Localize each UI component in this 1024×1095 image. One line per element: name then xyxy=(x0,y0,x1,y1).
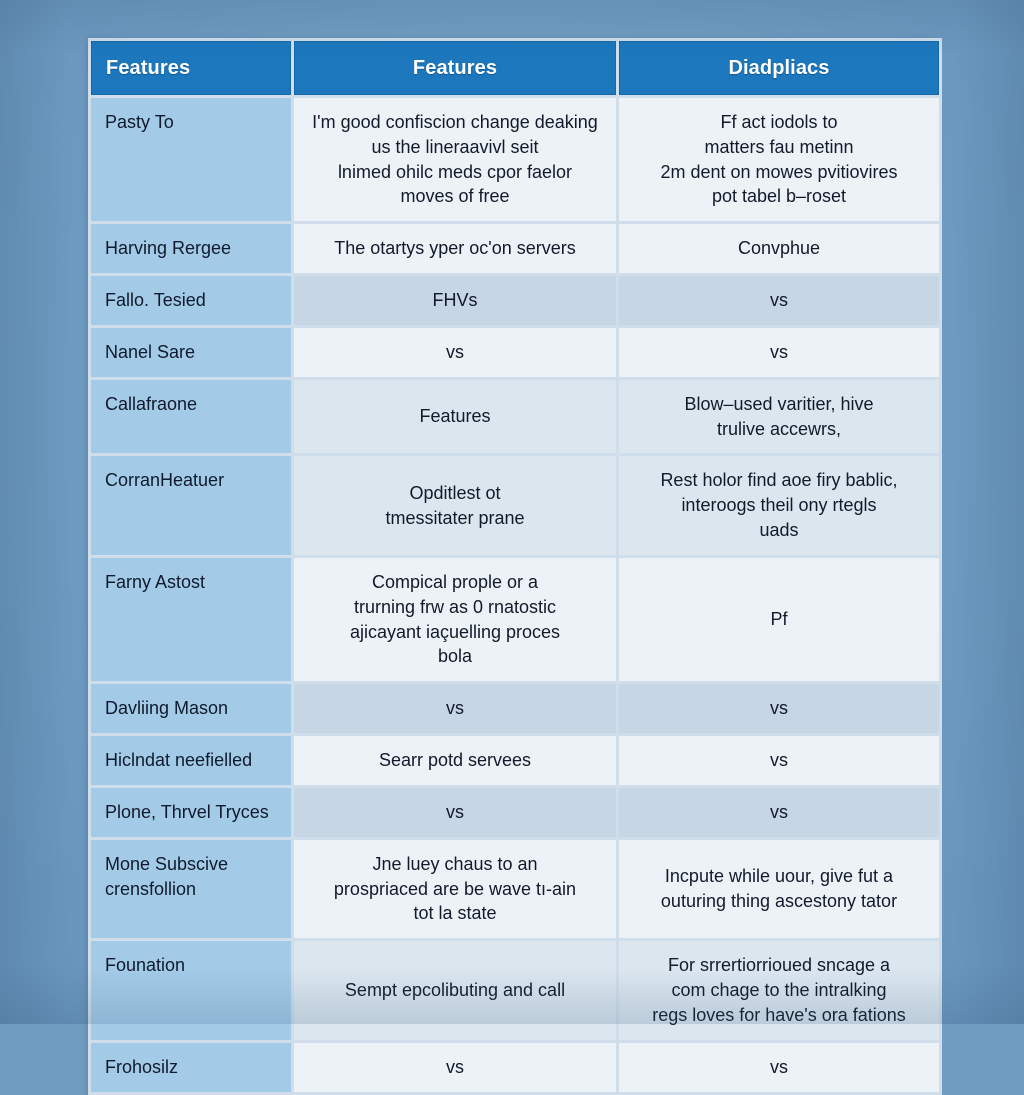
row-features-cell: The otartys yper oc'on servers xyxy=(294,224,616,274)
row-label-cell: Founation xyxy=(91,941,291,1040)
row-features-cell: Opditlest ot tmessitater prane xyxy=(294,456,616,555)
row-features-cell: vs xyxy=(294,327,616,377)
row-label-cell: Hiclndat neefielled xyxy=(91,736,291,785)
row-features-cell: I'm good confiscion change deaking us the… xyxy=(294,98,616,222)
column-header-features-1[interactable]: Features xyxy=(91,41,291,95)
row-label-cell: Callafraone xyxy=(91,379,291,454)
row-label-cell: Davliing Mason xyxy=(91,684,291,734)
row-features-cell: Jne luey chaus to an prospriaced are be w… xyxy=(294,839,616,939)
table-row[interactable]: Pasty To I'm good confiscion change deaki… xyxy=(91,98,939,222)
row-diadpliacs-cell: vs xyxy=(619,276,939,325)
row-features-cell: Searr potd servees xyxy=(294,736,616,785)
row-features-cell: Compical prople or a trurning frw as 0 rn… xyxy=(294,557,616,682)
table-body: Pasty To I'm good confiscion change deaki… xyxy=(91,98,939,1092)
row-diadpliacs-cell: vs xyxy=(619,327,939,377)
row-label-cell: Nanel Sare xyxy=(91,327,291,377)
row-diadpliacs-cell: Convphue xyxy=(619,224,939,274)
row-diadpliacs-cell: For srrertiorrioued sncage a com chage to… xyxy=(619,941,939,1040)
table-row[interactable]: Fallo. Tesied FHVs vs xyxy=(91,276,939,325)
table-row[interactable]: CorranHeatuer Opditlest ot tmessitater pra… xyxy=(91,456,939,555)
row-label-cell: CorranHeatuer xyxy=(91,456,291,555)
table-row[interactable]: Farny Astost Compical prople or a trurning… xyxy=(91,557,939,682)
row-diadpliacs-cell: Rest holor find aoe firy bablic, interoog… xyxy=(619,456,939,555)
table-row[interactable]: Hiclndat neefielled Searr potd servees vs xyxy=(91,736,939,785)
page-canvas: Features Features Diadpliacs Pasty To I'm… xyxy=(0,0,1024,1095)
table-row[interactable]: Frohosilz vs vs xyxy=(91,1042,939,1092)
row-diadpliacs-cell: vs xyxy=(619,1042,939,1092)
row-diadpliacs-cell: Pf xyxy=(619,557,939,682)
row-label-cell: Farny Astost xyxy=(91,557,291,682)
row-diadpliacs-cell: Blow–used varitier, hive trulive accewrs, xyxy=(619,379,939,454)
table-row[interactable]: Plone, Thrvel Tryces vs vs xyxy=(91,787,939,837)
row-label-cell: Fallo. Tesied xyxy=(91,276,291,325)
row-label-cell: Mone Subscive crensfollion xyxy=(91,839,291,939)
table-row[interactable]: Mone Subscive crensfollion Jne luey chaus … xyxy=(91,839,939,939)
row-diadpliacs-cell: Ff act iodols to matters fau metinn 2m den… xyxy=(619,98,939,222)
row-features-cell: Sempt epcolibuting and call xyxy=(294,941,616,1040)
row-features-cell: FHVs xyxy=(294,276,616,325)
row-diadpliacs-cell: Incpute while uour, give fut a outuring t… xyxy=(619,839,939,939)
row-diadpliacs-cell: vs xyxy=(619,787,939,837)
table-row[interactable]: Davliing Mason vs vs xyxy=(91,684,939,734)
column-header-diadpliacs[interactable]: Diadpliacs xyxy=(619,41,939,95)
row-features-cell: Features xyxy=(294,379,616,454)
table-row[interactable]: Harving Rergee The otartys yper oc'on ser… xyxy=(91,224,939,274)
table-row[interactable]: Callafraone Features Blow–used varitier, h… xyxy=(91,379,939,454)
row-label-cell: Harving Rergee xyxy=(91,224,291,274)
table-header: Features Features Diadpliacs xyxy=(91,41,939,95)
column-header-features-2[interactable]: Features xyxy=(294,41,616,95)
row-diadpliacs-cell: vs xyxy=(619,736,939,785)
table-row[interactable]: Founation Sempt epcolibuting and call For … xyxy=(91,941,939,1040)
row-features-cell: vs xyxy=(294,787,616,837)
row-label-cell: Frohosilz xyxy=(91,1042,291,1092)
table-header-row: Features Features Diadpliacs xyxy=(91,41,939,95)
row-features-cell: vs xyxy=(294,1042,616,1092)
row-label-cell: Pasty To xyxy=(91,98,291,222)
row-diadpliacs-cell: vs xyxy=(619,684,939,734)
row-features-cell: vs xyxy=(294,684,616,734)
comparison-table: Features Features Diadpliacs Pasty To I'm… xyxy=(88,38,942,1095)
row-label-cell: Plone, Thrvel Tryces xyxy=(91,787,291,837)
comparison-table-container: Features Features Diadpliacs Pasty To I'm… xyxy=(88,38,942,1095)
table-row[interactable]: Nanel Sare vs vs xyxy=(91,327,939,377)
